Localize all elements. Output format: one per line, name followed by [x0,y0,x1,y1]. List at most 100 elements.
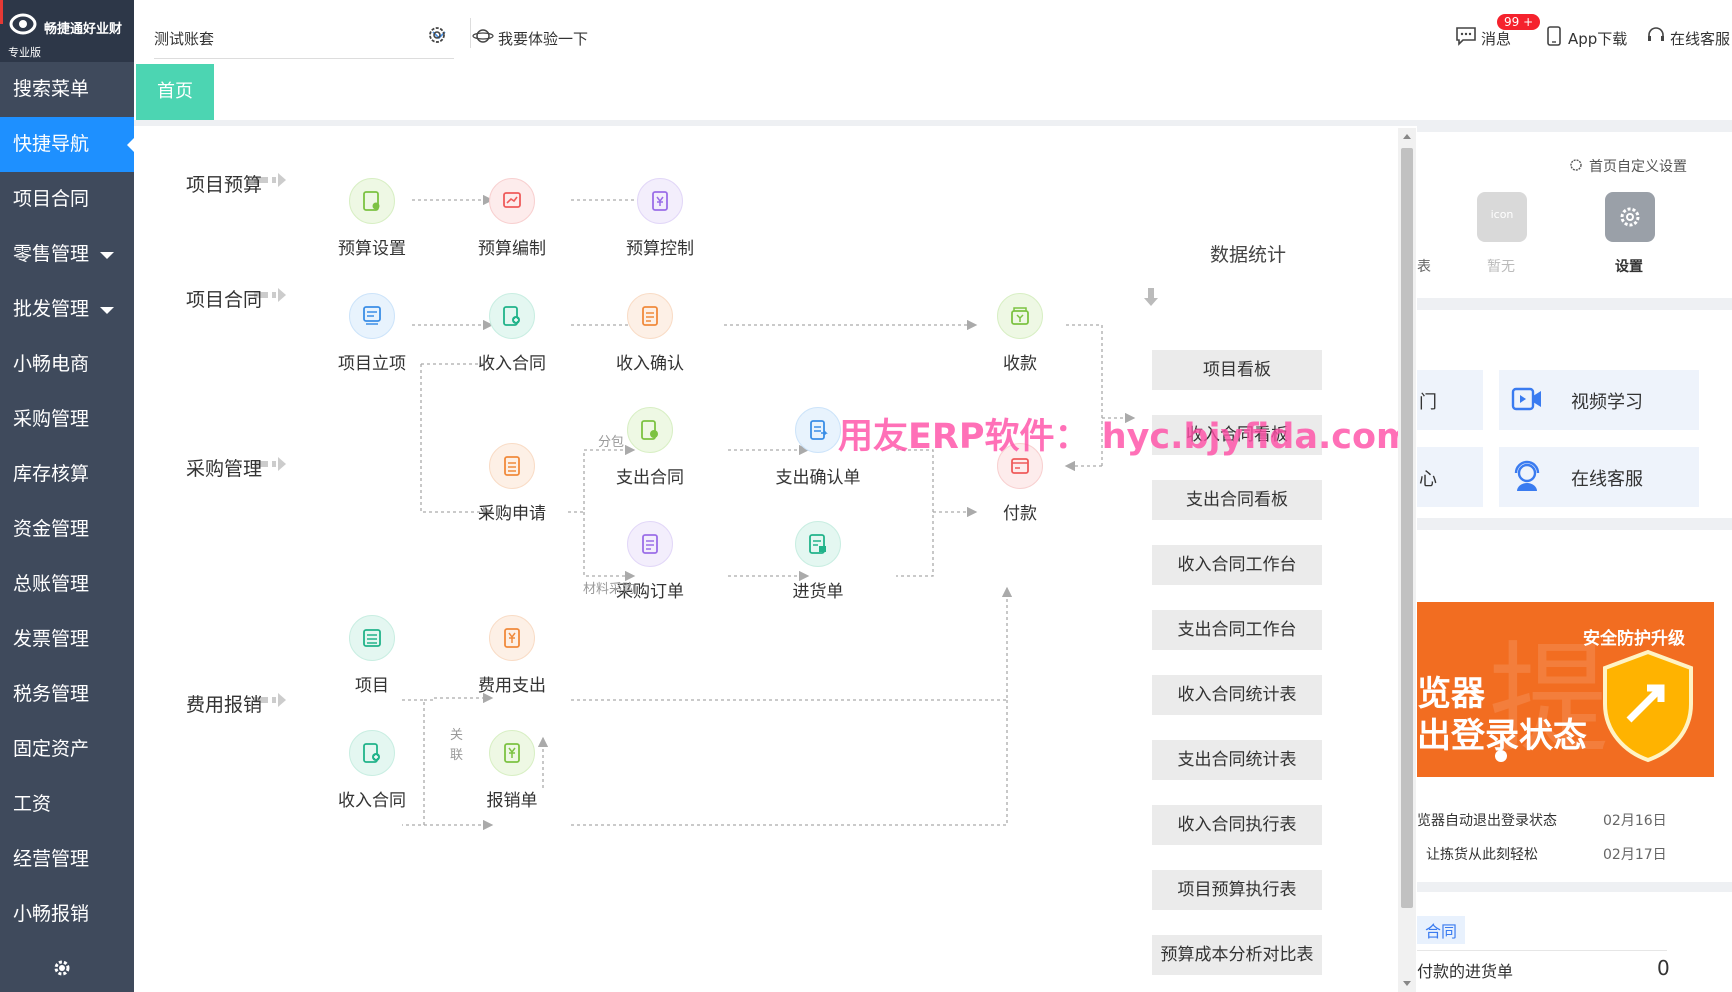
message-icon [1456,27,1476,46]
messages-badge: 99 + [1497,14,1541,30]
video-learning-button[interactable]: 视频学习 [1499,370,1699,430]
scroll-up-icon[interactable] [1402,132,1412,140]
app-download-label: App下载 [1568,30,1628,48]
news-card: 提 安全防护升级 览器 出登录状态 览器自动退出登录状态 02月16日 让拣货从… [1417,530,1732,882]
sidebar-item-11[interactable]: 税务管理 [0,667,134,722]
top-bar: 测试账套 我要体验一下 消息 99 + App下载 在线客服 [134,0,1732,65]
online-service-button[interactable]: 在线客服 [1499,447,1699,507]
news-title-1[interactable]: 览器自动退出登录状态 [1417,810,1557,830]
sidebar-item-label: 采购管理 [13,408,90,430]
node-label: 收款 [1003,354,1037,374]
news-title-2[interactable]: 让拣货从此刻轻松 [1426,844,1538,864]
node-goods-receipt[interactable]: 进货单 [758,521,878,602]
contract-tab[interactable]: 合同 [1417,916,1466,944]
reimburse-icon [489,730,535,776]
node-project-setup[interactable]: 项目立项 [312,293,432,374]
sidebar-item-3[interactable]: 零售管理 [0,227,134,282]
node-label: 费用支出 [478,676,546,696]
custom-settings-link[interactable]: 首页自定义设置 [1589,156,1687,176]
sidebar-item-label: 税务管理 [13,683,90,705]
settings-gear-icon[interactable] [52,958,72,978]
heart-fragment: 心 [1419,469,1437,490]
node-income-contract-2[interactable]: 收入合同 [312,730,432,811]
node-income-contract[interactable]: 收入合同 [452,293,572,374]
node-project[interactable]: 项目 [312,615,432,696]
watermark: 用友ERP软件： hyc.bjyfida.com [838,417,1413,457]
online-service-link[interactable]: 在线客服 [1648,27,1730,49]
account-select-value: 测试账套 [154,30,215,48]
sidebar-item-13[interactable]: 工资 [0,777,134,832]
purchase-request-icon [489,443,535,489]
brand-name: 畅捷通好业财 [44,22,123,37]
caret-down-icon [100,252,114,259]
pending-label[interactable]: 付款的进货单 [1417,958,1513,982]
online-service-label-2: 在线客服 [1571,469,1643,490]
headset-icon [1648,27,1664,41]
row-label-contract: 项目合同 [186,289,263,311]
sidebar-item-9[interactable]: 总账管理 [0,557,134,612]
row-label-budget: 项目预算 [186,174,263,196]
sidebar-item-0[interactable]: 搜索菜单 [0,62,134,117]
income-contract-icon [489,293,535,339]
stats-button-4[interactable]: 支出合同工作台 [1152,610,1322,650]
sidebar-item-label: 项目合同 [13,188,90,210]
node-label: 项目立项 [338,354,406,374]
stats-title: 数据统计 [1210,244,1287,266]
node-budget-compile[interactable]: 预算编制 [452,178,572,259]
sidebar-item-14[interactable]: 经营管理 [0,832,134,887]
budget-setup-icon [349,178,395,224]
stats-button-0[interactable]: 项目看板 [1152,350,1322,390]
account-select[interactable]: 测试账套 [154,22,454,59]
app-download-link[interactable]: App下载 [1547,26,1628,49]
scroll-down-icon[interactable] [1402,980,1412,988]
empty-shortcut-label: 暂无 [1487,259,1515,275]
row-label-expense: 费用报销 [186,694,263,716]
node-income-confirm[interactable]: 收入确认 [590,293,710,374]
experience-link[interactable]: 我要体验一下 [472,28,588,49]
stats-button-7[interactable]: 收入合同执行表 [1152,805,1322,845]
settings-shortcut-icon[interactable] [1605,192,1655,242]
sidebar-item-label: 资金管理 [13,518,90,540]
panel-scrollbar[interactable] [1398,128,1416,992]
messages-link[interactable]: 消息 [1456,27,1511,49]
sidebar-item-label: 小畅报销 [13,903,90,925]
sidebar-item-5[interactable]: 小畅电商 [0,337,134,392]
node-purchase-request[interactable]: 采购申请 [452,443,572,524]
settings-shortcut-label: 设置 [1615,259,1643,275]
door-quick[interactable]: 门 [1417,370,1483,430]
budget-compile-icon [489,178,535,224]
node-reimburse[interactable]: 报销单 [452,730,572,811]
node-label: 支出确认单 [775,468,861,488]
node-receipt[interactable]: 收款 [960,293,1080,374]
security-banner[interactable]: 提 安全防护升级 览器 出登录状态 [1417,602,1714,777]
settings-icon[interactable] [1569,158,1583,172]
sidebar-item-6[interactable]: 采购管理 [0,392,134,447]
stats-button-5[interactable]: 收入合同统计表 [1152,675,1322,715]
heart-quick[interactable]: 心 [1417,447,1483,507]
sidebar-item-8[interactable]: 资金管理 [0,502,134,557]
node-budget-control[interactable]: 预算控制 [600,178,720,259]
sidebar-item-label: 工资 [13,793,52,815]
stats-button-8[interactable]: 项目预算执行表 [1152,870,1322,910]
node-expense-out[interactable]: 费用支出 [452,615,572,696]
node-label: 收入合同 [338,791,406,811]
sidebar-item-4[interactable]: 批发管理 [0,282,134,337]
app-logo[interactable]: 畅捷通好业财 专业版 [0,0,134,62]
stats-button-3[interactable]: 收入合同工作台 [1152,545,1322,585]
sidebar-item-label: 快捷导航 [13,133,90,155]
node-budget-setup[interactable]: 预算设置 [312,178,432,259]
stats-button-2[interactable]: 支出合同看板 [1152,480,1322,520]
sidebar-item-10[interactable]: 发票管理 [0,612,134,667]
sidebar-item-1[interactable]: 快捷导航 [0,117,135,172]
sidebar-item-15[interactable]: 小畅报销 [0,887,134,942]
carousel-dot[interactable] [1495,750,1507,762]
scrollbar-thumb[interactable] [1401,148,1413,908]
sidebar-item-2[interactable]: 项目合同 [0,172,134,227]
sidebar-item-12[interactable]: 固定资产 [0,722,134,777]
tab-home[interactable]: 首页 [136,64,214,120]
stats-button-6[interactable]: 支出合同统计表 [1152,740,1322,780]
stats-button-9[interactable]: 预算成本分析对比表 [1152,935,1322,975]
sidebar-item-7[interactable]: 库存核算 [0,447,134,502]
account-settings-icon[interactable] [426,24,448,46]
node-label: 预算控制 [626,239,694,259]
